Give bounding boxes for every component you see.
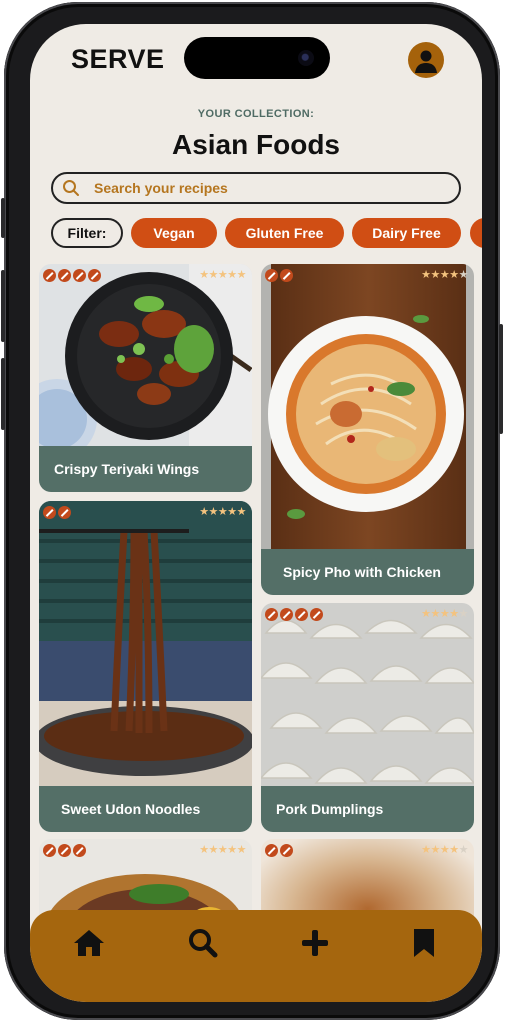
dietary-badges bbox=[265, 608, 323, 621]
recipe-image bbox=[261, 603, 474, 793]
recipe-card[interactable]: ★★★★★ Pork Dumplings bbox=[261, 603, 474, 832]
egg-free-icon bbox=[73, 844, 86, 857]
recipe-image bbox=[39, 264, 252, 454]
dairy-free-icon bbox=[280, 269, 293, 282]
dairy-free-icon bbox=[58, 844, 71, 857]
dietary-badges bbox=[265, 844, 293, 857]
dairy-free-icon bbox=[58, 506, 71, 519]
filter-label[interactable]: Filter: bbox=[51, 218, 123, 248]
gluten-free-icon bbox=[43, 269, 56, 282]
nut-free-icon bbox=[88, 269, 101, 282]
filter-chip-gluten-free[interactable]: Gluten Free bbox=[225, 218, 344, 248]
rating-stars: ★★★★★ bbox=[421, 269, 468, 281]
search-input[interactable]: Search your recipes bbox=[51, 172, 461, 204]
rating-stars: ★★★★★ bbox=[199, 844, 246, 856]
user-icon bbox=[415, 50, 437, 73]
action-button bbox=[1, 198, 5, 238]
volume-up-button bbox=[1, 270, 5, 342]
dietary-badges bbox=[43, 269, 101, 282]
filter-chip-dairy-free[interactable]: Dairy Free bbox=[352, 218, 461, 248]
rating-stars: ★★★★★ bbox=[199, 269, 246, 281]
recipe-title: Spicy Pho with Chicken bbox=[261, 549, 474, 595]
dietary-badges bbox=[43, 844, 86, 857]
home-icon[interactable] bbox=[70, 924, 108, 962]
gluten-free-icon bbox=[265, 844, 278, 857]
egg-free-icon bbox=[295, 608, 308, 621]
egg-free-icon bbox=[73, 269, 86, 282]
recipe-card[interactable]: ★★★★★ Crispy Teriyaki Wings bbox=[39, 264, 252, 492]
gluten-free-icon bbox=[43, 506, 56, 519]
collection-subtitle: YOUR COLLECTION: bbox=[197, 108, 315, 120]
recipe-card[interactable]: ★★★★★ Sweet Udon Noodles bbox=[39, 501, 252, 832]
app-logo: SERVE bbox=[71, 44, 165, 74]
phone-frame: SERVE YOUR COLLECTION: Asian Foods Searc… bbox=[1, 2, 503, 1020]
avatar[interactable] bbox=[408, 42, 444, 78]
recipe-card[interactable]: ★★★★★ Spicy Pho with Chicken bbox=[261, 264, 474, 595]
rating-stars: ★★★★★ bbox=[199, 506, 246, 518]
dairy-free-icon bbox=[280, 608, 293, 621]
search-icon bbox=[63, 180, 79, 196]
gluten-free-icon bbox=[265, 269, 278, 282]
rating-stars: ★★★★★ bbox=[421, 608, 468, 620]
dairy-free-icon bbox=[280, 844, 293, 857]
recipe-image bbox=[261, 264, 474, 554]
camera-icon bbox=[298, 50, 314, 66]
dietary-badges bbox=[43, 506, 71, 519]
filter-chip-more[interactable] bbox=[470, 218, 482, 248]
filter-chip-vegan[interactable]: Vegan bbox=[131, 218, 217, 248]
bottom-nav bbox=[30, 910, 482, 1002]
dietary-badges bbox=[265, 269, 293, 282]
recipe-title: Crispy Teriyaki Wings bbox=[39, 446, 252, 492]
recipe-title: Sweet Udon Noodles bbox=[39, 786, 252, 832]
recipe-image bbox=[39, 501, 252, 791]
nut-free-icon bbox=[310, 608, 323, 621]
power-button bbox=[499, 324, 503, 434]
rating-stars: ★★★★★ bbox=[421, 844, 468, 856]
dynamic-island bbox=[184, 37, 330, 79]
app-screen: SERVE YOUR COLLECTION: Asian Foods Searc… bbox=[30, 24, 482, 1002]
search-icon[interactable] bbox=[184, 924, 222, 962]
bookmark-icon[interactable] bbox=[405, 924, 443, 962]
dairy-free-icon bbox=[58, 269, 71, 282]
page-title: Asian Foods bbox=[171, 129, 340, 160]
search-placeholder: Search your recipes bbox=[94, 180, 228, 196]
filter-bar: Filter: Vegan Gluten Free Dairy Free bbox=[30, 218, 482, 252]
recipe-title: Pork Dumplings bbox=[261, 786, 474, 832]
gluten-free-icon bbox=[265, 608, 278, 621]
gluten-free-icon bbox=[43, 844, 56, 857]
volume-down-button bbox=[1, 358, 5, 430]
plus-icon[interactable] bbox=[296, 924, 334, 962]
